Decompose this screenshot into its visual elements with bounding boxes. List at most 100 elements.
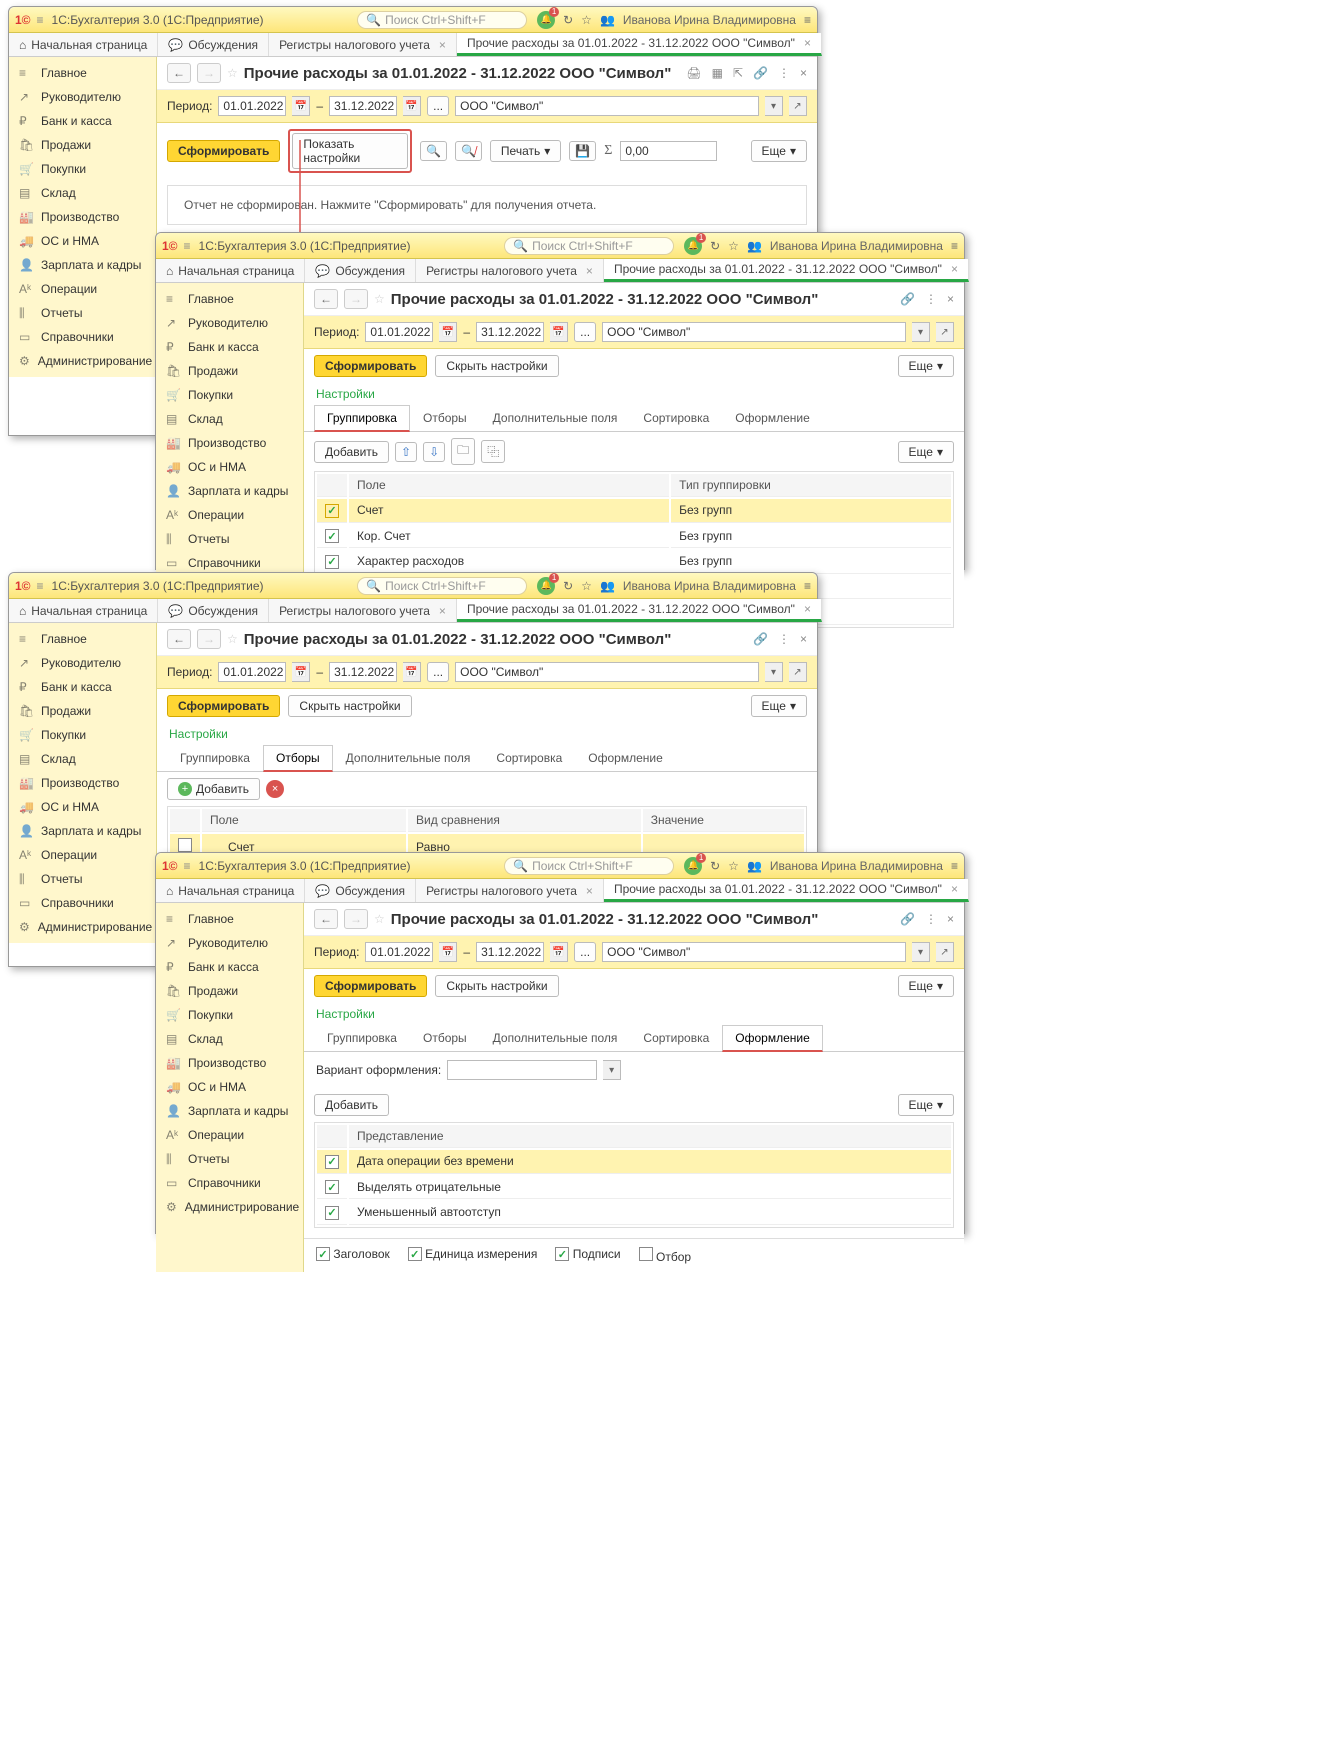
- generate-button[interactable]: Сформировать: [314, 355, 427, 377]
- checkbox[interactable]: [325, 1155, 339, 1169]
- show-settings-button[interactable]: Показать настройки: [292, 133, 408, 169]
- menu-icon[interactable]: ≡: [184, 239, 191, 253]
- close-icon[interactable]: ×: [947, 292, 954, 306]
- calendar-icon[interactable]: 📅: [403, 662, 421, 682]
- users-icon[interactable]: 👥: [747, 859, 762, 873]
- sidebar-item[interactable]: ⫼Отчеты: [9, 301, 156, 325]
- fav-icon[interactable]: ☆: [227, 632, 238, 646]
- check-filter[interactable]: Отбор: [639, 1247, 691, 1264]
- history-icon[interactable]: ↻: [563, 13, 573, 27]
- user-name[interactable]: Иванова Ирина Владимировна: [770, 859, 943, 873]
- sidebar-item[interactable]: ⫼Отчеты: [156, 527, 303, 551]
- table-row[interactable]: Характер расходовБез групп: [317, 550, 951, 574]
- bell-icon[interactable]: 🔔: [537, 11, 555, 29]
- tab-discuss[interactable]: 💬Обсуждения: [305, 879, 416, 902]
- table-row[interactable]: Дата операции без времени: [317, 1150, 951, 1174]
- back-button[interactable]: ←: [314, 909, 338, 929]
- sidebar-item[interactable]: ▭Справочники: [9, 891, 156, 915]
- sidebar-item[interactable]: ₽Банк и касса: [9, 109, 156, 133]
- star-icon[interactable]: ☆: [581, 13, 592, 27]
- check-unit[interactable]: Единица измерения: [408, 1247, 538, 1264]
- dropdown-icon[interactable]: ▾: [765, 96, 783, 116]
- more-icon[interactable]: ⋮: [925, 292, 937, 306]
- sum-field[interactable]: 0,00: [620, 141, 717, 161]
- fwd-button[interactable]: →: [344, 909, 368, 929]
- star-icon[interactable]: ☆: [728, 239, 739, 253]
- menu-icon[interactable]: ≡: [184, 859, 191, 873]
- tool2-button[interactable]: ⿻: [481, 440, 505, 463]
- open-icon[interactable]: ↗: [789, 662, 807, 682]
- add-button[interactable]: Добавить: [314, 441, 389, 463]
- calendar-icon[interactable]: 📅: [292, 96, 310, 116]
- sidebar-item[interactable]: ⚙Администрирование: [156, 1195, 303, 1219]
- tab-home[interactable]: ⌂Начальная страница: [9, 33, 158, 56]
- sidebar-item[interactable]: ₽Банк и касса: [156, 955, 303, 979]
- close-icon[interactable]: ×: [947, 912, 954, 926]
- fav-icon[interactable]: ☆: [374, 292, 385, 306]
- subtab-group[interactable]: Группировка: [167, 745, 263, 772]
- tab-discuss[interactable]: 💬Обсуждения: [305, 259, 416, 282]
- tool1-button[interactable]: 🗀: [451, 438, 475, 465]
- checkbox[interactable]: [325, 504, 339, 518]
- checkbox[interactable]: [639, 1247, 653, 1261]
- org-input[interactable]: ООО "Символ": [602, 322, 906, 342]
- subtab-sort[interactable]: Сортировка: [630, 405, 722, 432]
- sidebar-item[interactable]: ⫼Отчеты: [9, 867, 156, 891]
- more-button[interactable]: Еще ▾: [751, 140, 807, 162]
- more-button[interactable]: Еще ▾: [898, 355, 954, 377]
- sidebar-item[interactable]: 🛒Покупки: [9, 157, 156, 181]
- date-from[interactable]: 01.01.2022: [365, 322, 433, 342]
- sidebar-item[interactable]: 👤Зарплата и кадры: [156, 479, 303, 503]
- tab-discuss[interactable]: 💬Обсуждения: [158, 599, 269, 622]
- more-icon[interactable]: ⋮: [778, 632, 790, 646]
- org-input[interactable]: ООО "Символ": [602, 942, 906, 962]
- sidebar-item[interactable]: ↗Руководителю: [9, 85, 156, 109]
- sidebar-item[interactable]: 🛍Продажи: [156, 979, 303, 1003]
- bell-icon[interactable]: 🔔: [684, 237, 702, 255]
- sidebar-item[interactable]: 👤Зарплата и кадры: [9, 819, 156, 843]
- search-button[interactable]: 🔍: [420, 141, 447, 161]
- tab-report[interactable]: Прочие расходы за 01.01.2022 - 31.12.202…: [604, 259, 969, 282]
- subtab-sort[interactable]: Сортировка: [630, 1025, 722, 1052]
- menu2-icon[interactable]: ≡: [951, 239, 958, 253]
- sidebar-item[interactable]: ▭Справочники: [9, 325, 156, 349]
- checkbox[interactable]: [316, 1247, 330, 1261]
- close-icon[interactable]: ×: [800, 66, 807, 80]
- bell-icon[interactable]: 🔔: [684, 857, 702, 875]
- history-icon[interactable]: ↻: [710, 859, 720, 873]
- grid-icon[interactable]: ▦: [712, 66, 723, 80]
- calendar-icon[interactable]: 📅: [550, 322, 568, 342]
- fwd-button[interactable]: →: [197, 629, 221, 649]
- sidebar-item[interactable]: ↗Руководителю: [9, 651, 156, 675]
- period-picker[interactable]: ...: [574, 322, 596, 342]
- history-icon[interactable]: ↻: [710, 239, 720, 253]
- tab-registry[interactable]: Регистры налогового учета×: [416, 259, 604, 282]
- subtab-filter[interactable]: Отборы: [410, 1025, 480, 1052]
- search-input[interactable]: 🔍 Поиск Ctrl+Shift+F: [504, 857, 674, 875]
- more-button[interactable]: Еще ▾: [898, 975, 954, 997]
- calendar-icon[interactable]: 📅: [439, 942, 457, 962]
- sidebar-item[interactable]: ↗Руководителю: [156, 311, 303, 335]
- clear-search-button[interactable]: 🔍̸: [455, 141, 482, 161]
- date-from[interactable]: 01.01.2022: [218, 96, 286, 116]
- link-icon[interactable]: 🔗: [900, 292, 915, 306]
- search-input[interactable]: 🔍 Поиск Ctrl+Shift+F: [357, 11, 527, 29]
- check-header[interactable]: Заголовок: [316, 1247, 390, 1264]
- move-up-button[interactable]: ⇧: [395, 442, 417, 462]
- sidebar-item[interactable]: 🛒Покупки: [9, 723, 156, 747]
- sidebar-item[interactable]: ↗Руководителю: [156, 931, 303, 955]
- menu2-icon[interactable]: ≡: [804, 13, 811, 27]
- star-icon[interactable]: ☆: [581, 579, 592, 593]
- sidebar-item[interactable]: 🛒Покупки: [156, 1003, 303, 1027]
- save-button[interactable]: 💾: [569, 141, 596, 161]
- users-icon[interactable]: 👥: [600, 13, 615, 27]
- tab-home[interactable]: ⌂Начальная страница: [156, 259, 305, 282]
- generate-button[interactable]: Сформировать: [167, 695, 280, 717]
- move-down-button[interactable]: ⇩: [423, 442, 445, 462]
- calendar-icon[interactable]: 📅: [403, 96, 421, 116]
- users-icon[interactable]: 👥: [747, 239, 762, 253]
- subtab-filter[interactable]: Отборы: [263, 745, 333, 772]
- more-button[interactable]: Еще ▾: [751, 695, 807, 717]
- date-from[interactable]: 01.01.2022: [365, 942, 433, 962]
- calendar-icon[interactable]: 📅: [292, 662, 310, 682]
